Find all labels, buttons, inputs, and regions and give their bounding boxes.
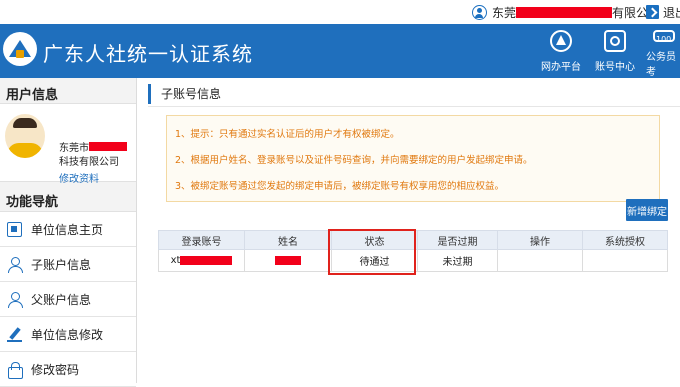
tip-line: 2、根据用户姓名、登录账号以及证件号码查询，并向需要绑定的用户发起绑定申请。 (175, 155, 533, 166)
avatar (5, 114, 45, 158)
sub-account-icon (7, 256, 23, 273)
service-hall-icon (550, 30, 572, 52)
cell-account: xt (159, 250, 245, 271)
logout-icon (646, 5, 659, 19)
tip-line: 1、提示：只有通过实名认证后的用户才有权被绑定。 (175, 129, 400, 140)
sidebar-item-unit-home[interactable]: 单位信息主页 (0, 212, 136, 247)
status-highlight-box (328, 229, 416, 275)
lock-icon (7, 361, 23, 379)
company-name-prefix: 东莞 (492, 5, 517, 20)
divider (148, 106, 680, 107)
sidebar-item-label: 单位信息修改 (31, 327, 104, 342)
account-prefix: xt (170, 255, 181, 266)
col-header-account: 登录账号 (159, 231, 245, 249)
nav-civil-exam[interactable]: 公务员考 (642, 24, 680, 78)
function-nav-heading: 功能导航 (0, 182, 136, 212)
main-content: 子账号信息 1、提示：只有通过实名认证后的用户才有权被绑定。 2、根据用户姓名、… (148, 78, 680, 383)
nav-label: 公务员考 (646, 52, 676, 78)
redacted-block (516, 6, 613, 18)
logout-label: 退出 (663, 5, 680, 20)
sidebar-item-label: 修改密码 (31, 362, 80, 377)
col-header-name: 姓名 (245, 231, 332, 249)
parent-account-icon (7, 291, 23, 308)
sidebar-item-unit-edit[interactable]: 单位信息修改 (0, 317, 136, 352)
redacted-block (275, 256, 301, 265)
cell-expired: 未过期 (418, 250, 498, 271)
civil-exam-icon (653, 30, 675, 44)
top-bar: 东莞 有限公司 退出 (0, 0, 680, 24)
col-header-authorization: 系统授权 (605, 236, 645, 248)
site-title: 广东人社统一认证系统 (43, 42, 253, 66)
home-icon (7, 221, 22, 237)
site-logo (3, 32, 37, 66)
logout-button[interactable]: 退出 (646, 3, 680, 21)
sidebar: 用户信息 东莞市 科技有限公司 修改资料 功能导航 单位信息主页 子账户信息 父… (0, 78, 137, 387)
sidebar-item-parent-account[interactable]: 父账户信息 (0, 282, 136, 317)
redacted-block (89, 142, 127, 151)
cell-action (498, 250, 583, 271)
col-header-action: 操作 (498, 231, 583, 249)
nav-label: 网办平台 (541, 62, 581, 73)
current-user[interactable]: 东莞 有限公司 (472, 3, 660, 21)
nav-account-center[interactable]: 账号中心 (590, 24, 640, 78)
company-line-1: 东莞市 (59, 139, 127, 154)
cell-authorization (583, 250, 667, 271)
edit-icon (7, 327, 22, 342)
sidebar-item-label: 单位信息主页 (31, 222, 104, 237)
sidebar-item-label: 子账户信息 (31, 257, 92, 272)
cell-name (245, 250, 332, 271)
sidebar-item-label: 父账户信息 (31, 292, 92, 307)
user-icon (472, 4, 487, 20)
user-info-heading: 用户信息 (0, 78, 136, 104)
sidebar-item-change-password[interactable]: 修改密码 (0, 352, 136, 387)
account-center-icon (604, 30, 626, 52)
page-title: 子账号信息 (148, 84, 221, 104)
user-info-panel: 东莞市 科技有限公司 修改资料 (0, 104, 136, 185)
tip-line: 3、被绑定账号通过您发起的绑定申请后，被绑定账号有权享用您的相应权益。 (175, 181, 505, 192)
edit-profile-link[interactable]: 修改资料 (59, 170, 99, 185)
nav-label: 账号中心 (595, 62, 635, 73)
nav-service-hall[interactable]: 网办平台 (536, 24, 586, 78)
company-line-2: 科技有限公司 (59, 157, 119, 168)
tips-box: 1、提示：只有通过实名认证后的用户才有权被绑定。 2、根据用户姓名、登录账号以及… (166, 115, 660, 202)
sidebar-item-sub-account[interactable]: 子账户信息 (0, 247, 136, 282)
new-bind-button[interactable]: 新增绑定 (626, 199, 668, 221)
col-header-expired: 是否过期 (418, 231, 498, 249)
site-header: 广东人社统一认证系统 网办平台 账号中心 公务员考 (0, 24, 680, 78)
redacted-block (180, 256, 233, 265)
